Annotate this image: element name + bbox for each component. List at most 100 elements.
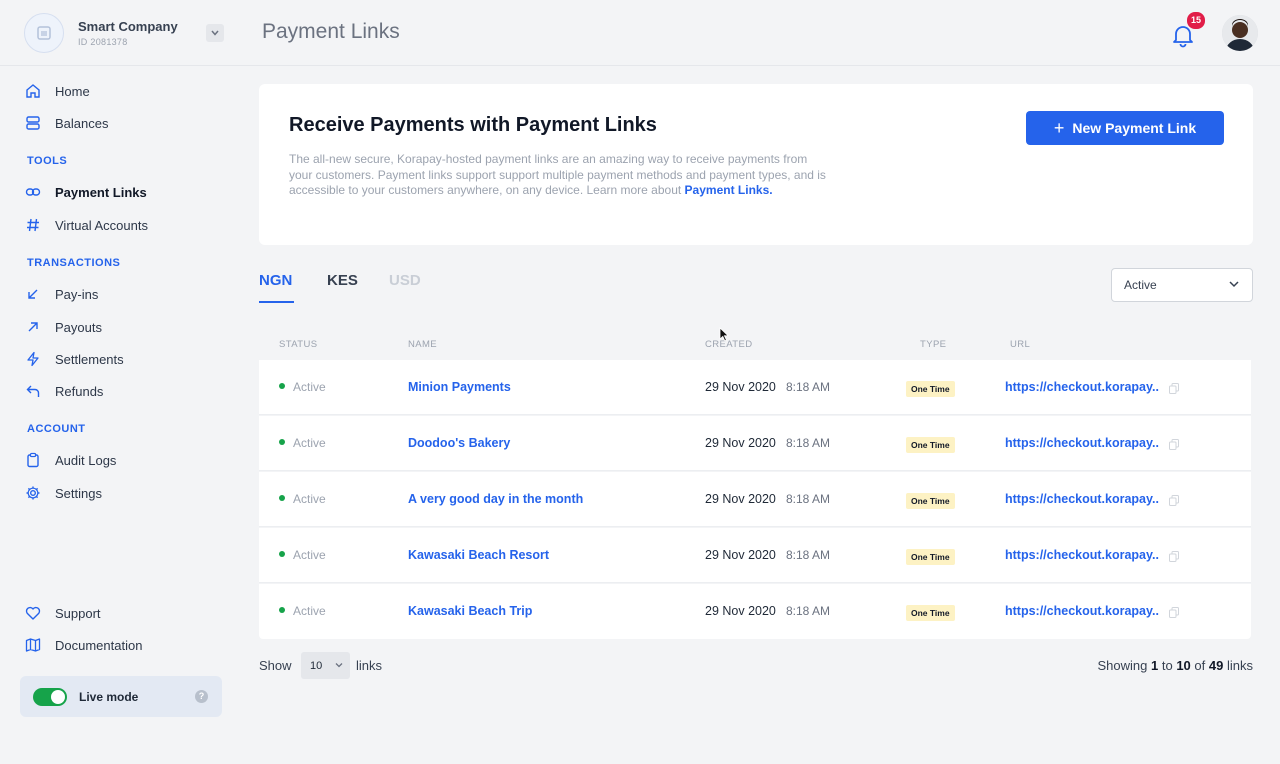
chevron-down-icon [1228, 278, 1240, 293]
gear-icon [24, 484, 42, 502]
link-name[interactable]: Kawasaki Beach Resort [408, 548, 549, 562]
header-divider [0, 65, 1280, 66]
chevron-down-icon[interactable] [206, 24, 224, 42]
balances-icon [24, 114, 42, 132]
sidebar-item-balances[interactable]: Balances [24, 112, 108, 134]
clipboard-icon [24, 451, 42, 469]
type-badge: One Time [906, 381, 955, 397]
status-text: Active [293, 380, 326, 394]
sidebar-item-home[interactable]: Home [24, 80, 90, 102]
chevron-down-icon [334, 660, 344, 673]
status-text: Active [293, 492, 326, 506]
link-url[interactable]: https://checkout.korapay.. [1005, 604, 1159, 618]
map-icon [24, 636, 42, 654]
sidebar-item-payouts[interactable]: Payouts [24, 316, 102, 338]
tab-kes[interactable]: KES [327, 272, 358, 289]
link-name[interactable]: Minion Payments [408, 380, 511, 394]
link-url[interactable]: https://checkout.korapay.. [1005, 492, 1159, 506]
company-name: Smart Company [78, 19, 178, 34]
column-header-name: NAME [408, 339, 438, 350]
status-filter-select[interactable]: Active [1111, 268, 1253, 302]
link-name[interactable]: A very good day in the month [408, 492, 583, 506]
sidebar-item-label: Payment Links [55, 184, 147, 200]
table-row[interactable]: Active A very good day in the month 29 N… [259, 472, 1251, 527]
link-name[interactable]: Kawasaki Beach Trip [408, 604, 532, 618]
tab-usd[interactable]: USD [389, 272, 421, 289]
table-row[interactable]: Active Kawasaki Beach Resort 29 Nov 2020… [259, 528, 1251, 583]
hash-icon [24, 216, 42, 234]
sidebar-item-settlements[interactable]: Settlements [24, 348, 124, 370]
live-mode-toggle[interactable] [33, 687, 67, 706]
sidebar-item-settings[interactable]: Settings [24, 482, 102, 504]
avatar[interactable] [1222, 15, 1258, 51]
refund-icon [24, 382, 42, 400]
sidebar-item-label: Virtual Accounts [55, 217, 148, 233]
sidebar-item-label: Refunds [55, 383, 104, 399]
heart-icon [24, 604, 42, 622]
live-mode-panel: Live mode ? [20, 676, 222, 717]
sidebar-item-label: Audit Logs [55, 452, 117, 468]
mouse-cursor-icon [719, 327, 729, 347]
sidebar-item-support[interactable]: Support [24, 602, 101, 624]
intro-description: The all-new secure, Korapay-hosted payme… [289, 152, 826, 197]
copy-icon[interactable] [1169, 605, 1179, 618]
link-name[interactable]: Doodoo's Bakery [408, 436, 510, 450]
created-time: 8:18 AM [786, 548, 831, 562]
sidebar-item-label: Balances [55, 115, 109, 131]
payment-links-intro-card: Receive Payments with Payment Links The … [259, 84, 1253, 245]
section-heading-transactions: TRANSACTIONS [27, 257, 121, 269]
company-id: ID 2081378 [78, 37, 128, 47]
payment-links-learn-more-link[interactable]: Payment Links. [685, 183, 773, 197]
notification-badge: 15 [1187, 12, 1205, 29]
arrow-up-right-icon [24, 318, 42, 336]
created-date: 29 Nov 2020 [705, 492, 776, 506]
sidebar-item-payment-links[interactable]: Payment Links [24, 181, 147, 203]
pagination-summary: Showing 1 to 10 of 49 links [1097, 658, 1254, 673]
intro-title: Receive Payments with Payment Links [289, 114, 657, 136]
created-date: 29 Nov 2020 [705, 436, 776, 450]
sidebar-item-label: Settlements [55, 351, 124, 367]
links-label: links [356, 658, 383, 673]
status-text: Active [293, 436, 326, 450]
status-dot [279, 383, 285, 389]
table-row[interactable]: Active Doodoo's Bakery 29 Nov 2020 8:18 … [259, 416, 1251, 471]
sidebar: Smart Company ID 2081378 Home Balances T… [0, 0, 240, 764]
created-date: 29 Nov 2020 [705, 548, 776, 562]
sidebar-item-virtual-accounts[interactable]: Virtual Accounts [24, 214, 148, 236]
sidebar-item-documentation[interactable]: Documentation [24, 634, 142, 656]
table-row[interactable]: Active Minion Payments 29 Nov 2020 8:18 … [259, 360, 1251, 415]
company-logo [24, 13, 64, 53]
column-header-type: TYPE [920, 339, 947, 350]
sidebar-item-audit-logs[interactable]: Audit Logs [24, 449, 116, 471]
link-icon [24, 183, 42, 201]
help-icon[interactable]: ? [195, 690, 208, 703]
section-heading-account: ACCOUNT [27, 423, 86, 435]
copy-icon[interactable] [1169, 381, 1179, 394]
tab-ngn[interactable]: NGN [259, 272, 292, 289]
type-badge: One Time [906, 549, 955, 565]
link-url[interactable]: https://checkout.korapay.. [1005, 380, 1159, 394]
new-payment-link-button[interactable]: + New Payment Link [1026, 111, 1224, 145]
plus-icon: + [1053, 117, 1065, 138]
status-text: Active [293, 604, 326, 618]
status-dot [279, 551, 285, 557]
sidebar-item-label: Payouts [55, 319, 102, 335]
status-dot [279, 439, 285, 445]
table-row[interactable]: Active Kawasaki Beach Trip 29 Nov 2020 8… [259, 584, 1251, 639]
sidebar-item-pay-ins[interactable]: Pay-ins [24, 283, 98, 305]
status-text: Active [293, 548, 326, 562]
sidebar-item-label: Settings [55, 485, 102, 501]
per-page-select[interactable]: 10 [301, 652, 350, 679]
section-heading-tools: TOOLS [27, 155, 68, 167]
created-date: 29 Nov 2020 [705, 604, 776, 618]
link-url[interactable]: https://checkout.korapay.. [1005, 548, 1159, 562]
copy-icon[interactable] [1169, 437, 1179, 450]
copy-icon[interactable] [1169, 549, 1179, 562]
status-dot [279, 607, 285, 613]
created-time: 8:18 AM [786, 604, 831, 618]
copy-icon[interactable] [1169, 493, 1179, 506]
link-url[interactable]: https://checkout.korapay.. [1005, 436, 1159, 450]
sidebar-item-label: Home [55, 83, 90, 99]
sidebar-item-refunds[interactable]: Refunds [24, 380, 103, 402]
company-switcher[interactable]: Smart Company ID 2081378 [24, 12, 224, 54]
